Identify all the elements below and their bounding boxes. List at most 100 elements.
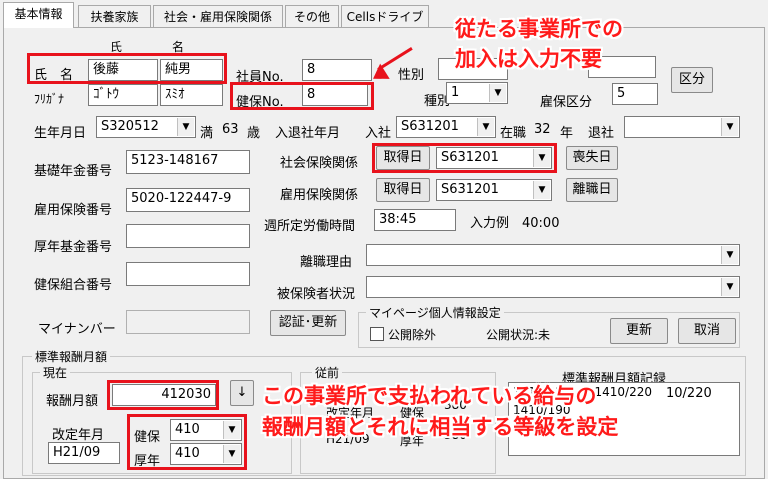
nyusha-label: 入社: [365, 126, 392, 141]
nyusha-value: S631201: [401, 119, 459, 134]
man-label: 満: [200, 126, 214, 141]
employee-no-label: 社員No.: [236, 70, 284, 85]
rishoku-button[interactable]: 離職日: [566, 178, 618, 202]
kenpo-no-label: 健保No.: [236, 95, 284, 110]
age-value: 63: [222, 122, 239, 137]
kiroku-partial: 10/220: [666, 386, 712, 401]
birth-label: 生年月日: [34, 126, 87, 141]
koyo-kubun-label: 雇保区分: [540, 95, 593, 110]
kenpo-no-field[interactable]: 8: [302, 84, 368, 106]
tab-cells-drive[interactable]: Cellsドライブ: [341, 5, 429, 27]
kenpo-grade-select[interactable]: 410 ▼: [170, 419, 242, 441]
mypage-update-button[interactable]: 更新: [610, 318, 668, 344]
kenpo-kumiai-label: 健保組合番号: [34, 278, 113, 293]
shakai-hoken-label: 社会保険関係: [280, 156, 359, 171]
hihokensha-select[interactable]: ▼: [366, 276, 740, 298]
zaishoku-years: 32: [534, 122, 551, 137]
label-ji: 氏: [110, 40, 123, 54]
kenpo-grade-value: 410: [175, 422, 200, 437]
mypage-title: マイページ個人情報設定: [366, 304, 504, 321]
nyutaisha-label: 入退社年月: [275, 126, 341, 141]
name-label: 氏 名: [34, 68, 74, 83]
hihokensha-label: 被保険者状況: [277, 287, 356, 302]
taisha-select[interactable]: ▼: [624, 116, 740, 138]
ninsho-button[interactable]: 認証･更新: [270, 310, 346, 336]
exclude-label: 公開除外: [388, 328, 437, 342]
chevron-down-icon: ▼: [223, 445, 240, 463]
annotation-top-line2: 加入は入力不要: [455, 47, 602, 71]
shakai-shutoku-select[interactable]: S631201 ▼: [436, 147, 552, 169]
rodo-jikan-field[interactable]: 38:45: [374, 209, 456, 231]
kana-family-field[interactable]: ｺﾞﾄｳ: [88, 84, 158, 106]
mynumber-label: マイナンバー: [38, 322, 116, 337]
tab-shakai-koyo[interactable]: 社会・雇用保険関係: [153, 5, 283, 27]
koyo-shutoku-button[interactable]: 取得日: [376, 178, 430, 202]
hyojun-title: 標準報酬月額: [32, 348, 111, 365]
tab-kihon[interactable]: 基本情報: [3, 2, 74, 28]
shakai-shutoku-button[interactable]: 取得日: [376, 146, 430, 170]
koyo-kubun-field[interactable]: 5: [612, 83, 658, 105]
annotation-top-right: 従たる事業所での 加入は入力不要: [455, 14, 623, 74]
gender-label: 性別: [398, 68, 425, 83]
chevron-down-icon: ▼: [489, 84, 506, 102]
nyusha-select[interactable]: S631201 ▼: [396, 116, 496, 138]
rodo-jikan-label: 週所定労働時間: [264, 219, 356, 234]
kana-label: ﾌﾘｶﾞﾅ: [34, 92, 65, 106]
annotation-bottom-line1: この事業所で支払われている給与の: [262, 384, 597, 408]
tab-sonota[interactable]: その他: [285, 5, 339, 27]
chevron-down-icon: ▼: [177, 118, 194, 136]
given-name-field[interactable]: 純男: [160, 59, 223, 81]
employee-no-field[interactable]: 8: [302, 59, 372, 81]
chevron-down-icon: ▼: [223, 421, 240, 439]
mypage-cancel-button[interactable]: 取消: [678, 318, 736, 344]
kosei-kikin-field[interactable]: [126, 224, 250, 248]
chevron-down-icon: ▼: [721, 278, 738, 296]
chevron-down-icon: ▼: [721, 246, 738, 264]
kenpo-kumiai-field[interactable]: [126, 262, 250, 286]
tab-fuyo[interactable]: 扶養家族: [78, 5, 151, 27]
chevron-down-icon: ▼: [533, 181, 550, 199]
chevron-down-icon: ▼: [477, 118, 494, 136]
kaitei-label: 改定年月: [52, 428, 105, 443]
shubetsu-value: 1: [451, 85, 460, 100]
annotation-top-line1: 従たる事業所での: [455, 17, 623, 41]
rodo-jikan-example: 入力例 40:00: [470, 216, 560, 231]
konen-label: 厚年: [134, 454, 161, 469]
chevron-down-icon: ▼: [533, 149, 550, 167]
juzen-title: 従前: [312, 364, 343, 381]
kiso-nenkin-field[interactable]: 5123-148167: [126, 150, 250, 174]
genzai-title: 現在: [40, 364, 71, 381]
mypage-status: 公開状況:未: [486, 328, 551, 342]
shakai-shutoku-value: S631201: [441, 150, 499, 165]
konen-grade-select[interactable]: 410 ▼: [170, 443, 242, 465]
koyo-shutoku-select[interactable]: S631201 ▼: [436, 179, 552, 201]
family-name-field[interactable]: 後藤: [88, 59, 158, 81]
exclude-checkbox[interactable]: 公開除外: [370, 326, 436, 343]
kaitei-field[interactable]: H21/09: [48, 442, 120, 464]
rishoku-riyu-label: 離職理由: [300, 255, 353, 270]
sai-label: 歳: [247, 126, 261, 141]
kiso-nenkin-label: 基礎年金番号: [34, 164, 113, 179]
annotation-bottom-line2: 報酬月額とそれに相当する等級を設定: [262, 415, 619, 439]
koyo-hoken-label: 雇用保険関係: [280, 188, 359, 203]
mynumber-field: [126, 310, 250, 334]
koyo-hoken-no-field[interactable]: 5020-122447-9: [126, 188, 250, 212]
label-mei: 名: [172, 40, 185, 54]
shubetsu-select[interactable]: 1 ▼: [446, 82, 508, 104]
zaishoku-label: 在職: [500, 126, 527, 141]
soshitsu-button[interactable]: 喪失日: [566, 146, 618, 170]
kosei-kikin-label: 厚年基金番号: [34, 240, 113, 255]
birth-select[interactable]: S320512 ▼: [96, 116, 196, 138]
kenpo-label: 健保: [134, 430, 161, 445]
kana-given-field[interactable]: ｽﾐｵ: [160, 84, 223, 106]
annotation-bottom: この事業所で支払われている給与の 報酬月額とそれに相当する等級を設定: [262, 381, 618, 443]
birth-value: S320512: [101, 119, 159, 134]
konen-grade-value: 410: [175, 446, 200, 461]
hoshu-field[interactable]: 412030: [112, 384, 216, 406]
nen-label: 年: [560, 126, 574, 141]
chevron-down-icon: ▼: [721, 118, 738, 136]
rishoku-riyu-select[interactable]: ▼: [366, 244, 740, 266]
kubun-button[interactable]: 区分: [671, 67, 713, 93]
down-arrow-button[interactable]: ↓: [230, 380, 254, 406]
koyo-hoken-no-label: 雇用保険番号: [34, 203, 113, 218]
